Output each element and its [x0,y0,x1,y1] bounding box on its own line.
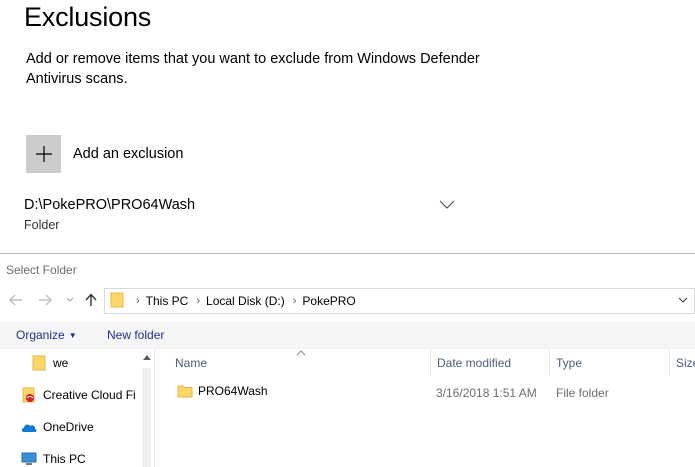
breadcrumb-this-pc[interactable]: This PC [146,294,189,308]
column-header-size[interactable]: Size [669,350,695,376]
plus-icon [26,135,61,173]
organize-label: Organize [16,328,65,342]
forward-arrow-icon[interactable] [37,292,53,308]
recent-locations-chevron-icon[interactable] [62,292,78,308]
breadcrumb-separator-icon: › [136,295,140,307]
navigation-bar: › This PC › Local Disk (D:) › PokePRO [0,288,695,314]
folder-icon [30,355,48,371]
column-header-type[interactable]: Type [549,350,669,376]
add-exclusion-label: Add an exclusion [73,146,184,162]
organize-button[interactable]: Organize ▼ [16,328,77,342]
nav-item-label: OneDrive [43,420,94,434]
nav-item-creative-cloud[interactable]: Creative Cloud Fil [20,385,136,405]
nav-item-label: This PC [43,452,86,466]
address-bar[interactable]: › This PC › Local Disk (D:) › PokePRO [104,288,695,314]
chevron-down-icon[interactable] [678,295,688,305]
column-header-name[interactable]: Name [169,350,430,376]
nav-item-onedrive[interactable]: OneDrive [20,417,136,437]
file-type: File folder [556,386,609,400]
select-folder-dialog: Select Folder › This PC › Local Disk (D:… [0,253,695,467]
nav-item-this-pc[interactable]: This PC [20,449,136,467]
file-list: Name Date modified Type Size PRO64Wash 3… [156,350,695,467]
command-bar: Organize ▼ New folder [0,322,695,349]
exclusion-path[interactable]: D:\PokePRO\PRO64Wash [24,197,195,213]
nav-pane-scrollbar[interactable] [139,350,154,467]
folder-icon [177,384,193,398]
new-folder-button[interactable]: New folder [107,328,164,342]
dialog-title: Select Folder [6,263,77,277]
navigation-pane: we Creative Cloud Fil OneDrive This PC [0,350,155,467]
back-arrow-icon[interactable] [8,292,24,308]
scrollbar-thumb[interactable] [142,368,151,467]
breadcrumb-pokepro[interactable]: PokePRO [302,294,355,308]
page-description: Add or remove items that you want to exc… [26,51,480,87]
caret-down-icon: ▼ [68,331,77,340]
file-date-modified: 3/16/2018 1:51 AM [436,386,537,400]
breadcrumb-separator-icon: › [196,295,201,307]
file-name: PRO64Wash [198,384,268,398]
nav-item-label: Creative Cloud Fil [43,388,136,402]
add-exclusion-button[interactable]: Add an exclusion [26,135,183,173]
column-header-date-modified[interactable]: Date modified [430,350,549,376]
computer-icon [20,451,38,467]
file-name-cell: PRO64Wash [177,384,268,398]
nav-item-we[interactable]: we [30,353,146,373]
exclusions-settings-page: Exclusions Add or remove items that you … [0,0,695,253]
scroll-up-arrow-icon[interactable] [143,354,151,360]
up-arrow-icon[interactable] [83,292,99,308]
exclusion-type: Folder [24,218,60,232]
breadcrumb-separator-icon: › [292,295,297,307]
breadcrumb-local-disk[interactable]: Local Disk (D:) [206,294,285,308]
file-row[interactable]: PRO64Wash 3/16/2018 1:51 AM File folder [169,382,695,402]
chevron-down-icon[interactable] [438,198,456,210]
nav-item-label: we [53,356,69,370]
onedrive-icon [20,419,38,435]
creative-cloud-icon [20,387,38,403]
page-title: Exclusions [24,2,152,32]
folder-icon [110,292,124,311]
